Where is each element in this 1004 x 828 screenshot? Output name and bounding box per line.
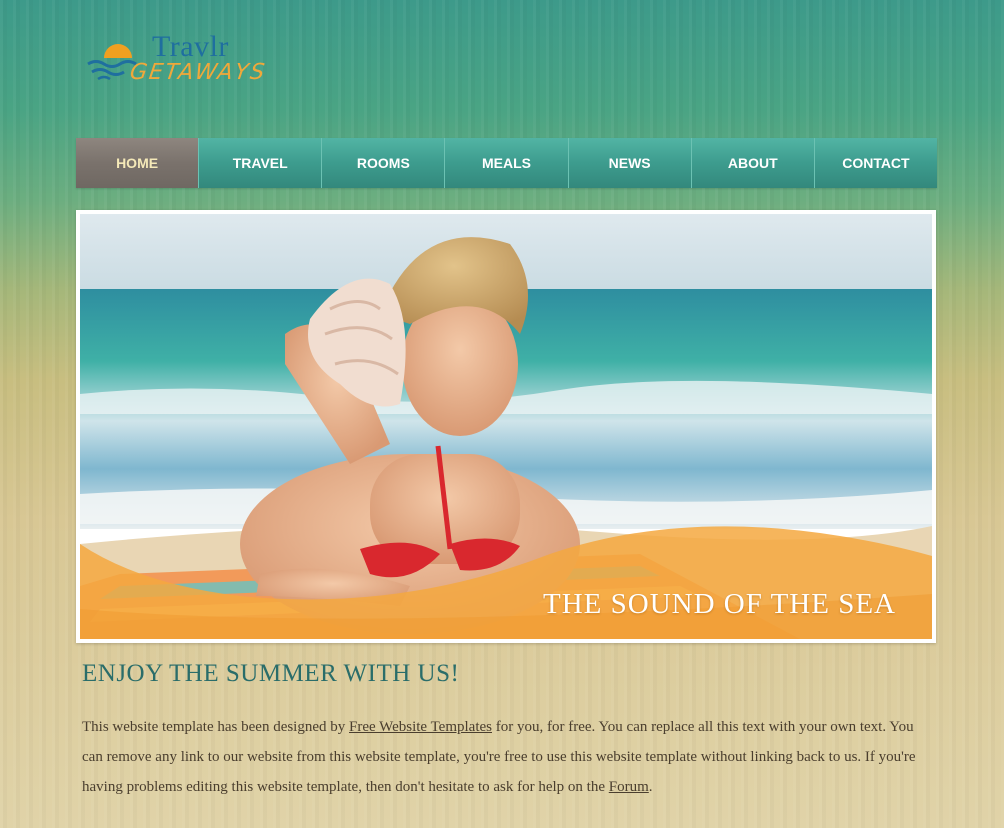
page-heading: ENJOY THE SUMMER WITH US!	[82, 660, 460, 687]
nav-item-about[interactable]: ABOUT	[691, 138, 815, 188]
hero-beach-image	[80, 214, 932, 639]
intro-text-part1: This website template has been designed …	[82, 719, 350, 735]
logo-brand-name: Travlr	[152, 30, 229, 63]
nav-item-meals[interactable]: MEALS	[445, 138, 569, 188]
nav-item-home[interactable]: HOME	[76, 138, 200, 188]
nav-item-travel[interactable]: TRAVEL	[199, 138, 323, 188]
hero-banner: THE SOUND OF THE SEA	[76, 210, 936, 643]
site-logo[interactable]: Travlr GETAWAYS	[86, 28, 276, 98]
hero-caption: THE SOUND OF THE SEA	[543, 588, 896, 620]
main-navigation: HOME TRAVEL ROOMS MEALS NEWS ABOUT CONTA…	[76, 138, 937, 188]
free-website-templates-link[interactable]: Free Website Templates	[349, 719, 492, 735]
intro-text-part3: .	[648, 779, 653, 795]
intro-paragraph: This website template has been designed …	[82, 712, 922, 802]
nav-item-contact[interactable]: CONTACT	[814, 138, 937, 188]
logo-brand-tagline: GETAWAYS	[128, 60, 268, 85]
nav-item-news[interactable]: NEWS	[568, 138, 692, 188]
nav-item-rooms[interactable]: ROOMS	[322, 138, 446, 188]
forum-link[interactable]: Forum	[609, 779, 649, 795]
